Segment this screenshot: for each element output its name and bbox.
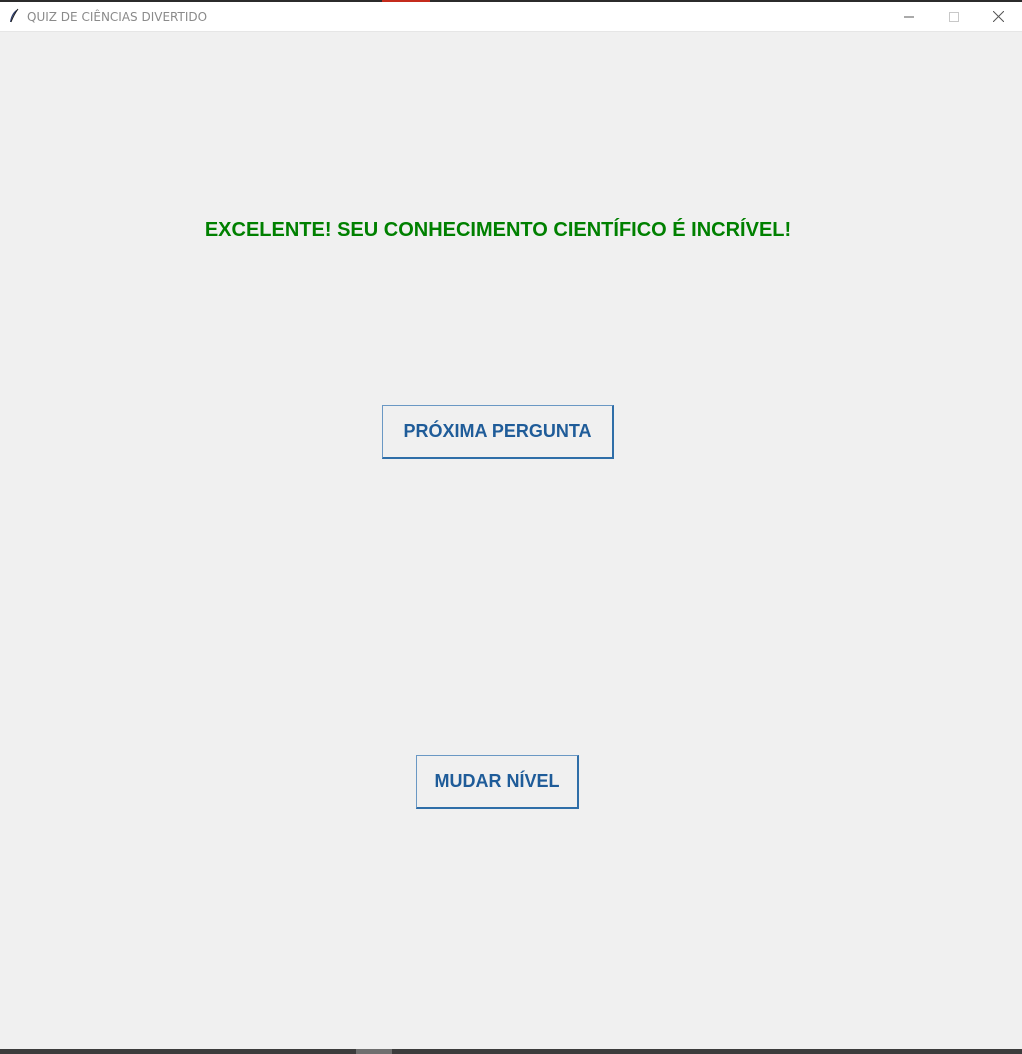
feather-icon: [8, 8, 20, 24]
bottom-edge-indicator: [356, 1049, 392, 1054]
title-bar[interactable]: QUIZ DE CIÊNCIAS DIVERTIDO: [0, 2, 1022, 32]
maximize-icon: [948, 11, 959, 22]
minimize-icon: [903, 12, 914, 22]
close-button[interactable]: [976, 2, 1021, 31]
change-level-button[interactable]: MUDAR NÍVEL: [416, 755, 579, 809]
bottom-edge: [0, 1049, 1022, 1054]
window-title: QUIZ DE CIÊNCIAS DIVERTIDO: [27, 10, 208, 24]
minimize-button[interactable]: [886, 2, 931, 31]
close-icon: [993, 11, 1004, 22]
next-question-button[interactable]: PRÓXIMA PERGUNTA: [382, 405, 614, 459]
app-window: QUIZ DE CIÊNCIAS DIVERTIDO EXCELENTE! SE…: [0, 0, 1022, 1054]
maximize-button[interactable]: [931, 2, 976, 31]
quiz-content: EXCELENTE! SEU CONHECIMENTO CIENTÍFICO É…: [0, 32, 1022, 1049]
feedback-message: EXCELENTE! SEU CONHECIMENTO CIENTÍFICO É…: [204, 219, 792, 241]
